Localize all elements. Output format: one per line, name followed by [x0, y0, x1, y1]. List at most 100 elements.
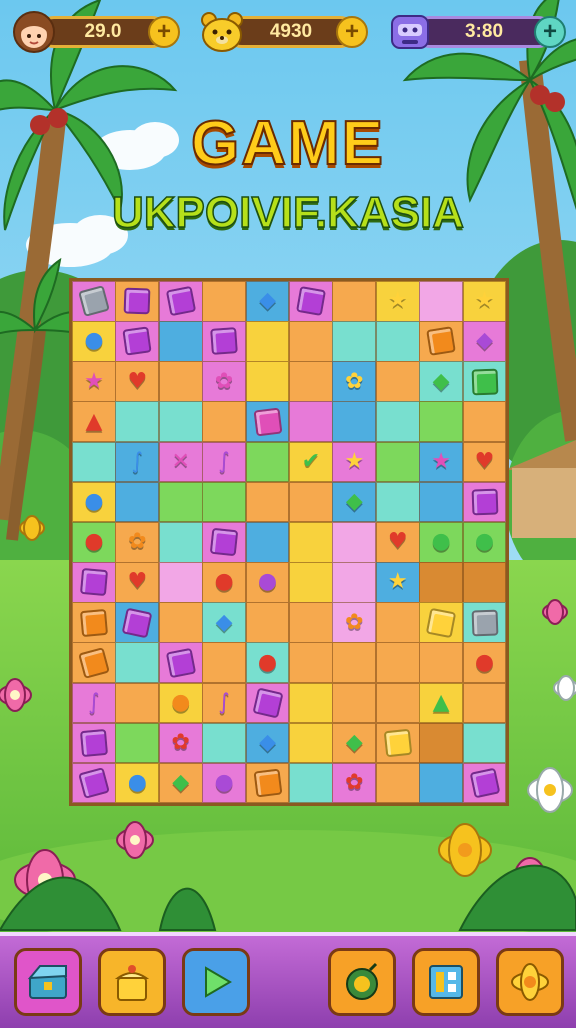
- board-tile[interactable]: [419, 321, 464, 362]
- board-tile[interactable]: [419, 762, 464, 804]
- board-tile[interactable]: [115, 722, 160, 764]
- board-tile[interactable]: ✿: [332, 602, 377, 643]
- board-tile[interactable]: [115, 481, 160, 523]
- board-tile[interactable]: [462, 722, 507, 764]
- board-tile[interactable]: ◆: [419, 361, 464, 402]
- board-tile[interactable]: [202, 281, 247, 322]
- board-tile[interactable]: [115, 682, 160, 724]
- board-tile[interactable]: ●: [462, 521, 507, 563]
- board-tile[interactable]: [375, 481, 420, 523]
- board-tile[interactable]: ◆: [202, 602, 247, 643]
- board-tile[interactable]: ●: [158, 682, 203, 724]
- board-tile[interactable]: [462, 361, 507, 402]
- board-tile[interactable]: [202, 481, 247, 523]
- board-tile[interactable]: [245, 602, 290, 643]
- board-tile[interactable]: [289, 401, 333, 443]
- board-tile[interactable]: ♥: [375, 521, 420, 563]
- board-tile[interactable]: ●: [202, 762, 247, 804]
- bomb-button[interactable]: [328, 948, 396, 1016]
- board-tile[interactable]: [245, 441, 290, 483]
- board-tile[interactable]: [289, 321, 333, 362]
- board-tile[interactable]: [202, 321, 247, 362]
- board-tile[interactable]: [158, 281, 203, 322]
- board-tile[interactable]: [289, 642, 333, 684]
- play-button[interactable]: [182, 948, 250, 1016]
- board-tile[interactable]: [419, 281, 464, 322]
- board-tile[interactable]: ★: [462, 281, 507, 322]
- board-tile[interactable]: [72, 602, 116, 643]
- board-tile[interactable]: ★: [375, 281, 420, 322]
- board-tile[interactable]: [375, 762, 420, 804]
- board-tile[interactable]: [158, 361, 203, 402]
- settings-button[interactable]: [496, 948, 564, 1016]
- add-player-button[interactable]: +: [148, 16, 180, 48]
- board-tile[interactable]: [375, 642, 420, 684]
- board-tile[interactable]: ★: [72, 361, 116, 402]
- board-tile[interactable]: [419, 401, 464, 443]
- board-tile[interactable]: [419, 642, 464, 684]
- board-tile[interactable]: ●: [245, 562, 290, 603]
- board-tile[interactable]: [245, 682, 290, 724]
- board-tile[interactable]: [332, 562, 377, 603]
- board-tile[interactable]: [289, 562, 333, 603]
- board-tile[interactable]: [245, 321, 290, 362]
- board-tile[interactable]: ●: [419, 521, 464, 563]
- board-tile[interactable]: ▲: [419, 682, 464, 724]
- inventory-button[interactable]: [14, 948, 82, 1016]
- board-tile[interactable]: ◆: [158, 762, 203, 804]
- board-tile[interactable]: ∫: [115, 441, 160, 483]
- board-tile[interactable]: ✿: [202, 361, 247, 402]
- board-tile[interactable]: ◆: [332, 722, 377, 764]
- board-tile[interactable]: [115, 321, 160, 362]
- add-gems-button[interactable]: +: [534, 16, 566, 48]
- board-tile[interactable]: [289, 762, 333, 804]
- board-tile[interactable]: [419, 722, 464, 764]
- board-tile[interactable]: [332, 682, 377, 724]
- board-tile[interactable]: [289, 521, 333, 563]
- board-tile[interactable]: ∫: [202, 682, 247, 724]
- board-tile[interactable]: [158, 321, 203, 362]
- board-tile[interactable]: ●: [245, 642, 290, 684]
- board-tile[interactable]: [375, 602, 420, 643]
- board-tile[interactable]: [375, 441, 420, 483]
- board-tile[interactable]: [289, 281, 333, 322]
- board-tile[interactable]: ✕: [158, 441, 203, 483]
- board-tile[interactable]: ●: [462, 642, 507, 684]
- board-tile[interactable]: [202, 401, 247, 443]
- board-tile[interactable]: [72, 642, 116, 684]
- board-tile[interactable]: [375, 722, 420, 764]
- board-tile[interactable]: ✿: [332, 762, 377, 804]
- board-tile[interactable]: ●: [115, 762, 160, 804]
- board-tile[interactable]: ▲: [72, 401, 116, 443]
- shop-button[interactable]: [98, 948, 166, 1016]
- board-tile[interactable]: [462, 762, 507, 804]
- board-tile[interactable]: [462, 602, 507, 643]
- board-tile[interactable]: [158, 642, 203, 684]
- board-tile[interactable]: ●: [72, 321, 116, 362]
- board-tile[interactable]: ●: [202, 562, 247, 603]
- board-tile[interactable]: [462, 481, 507, 523]
- board-tile[interactable]: ★: [375, 562, 420, 603]
- board-tile[interactable]: [375, 401, 420, 443]
- board-tile[interactable]: [158, 521, 203, 563]
- board-tile[interactable]: [332, 281, 377, 322]
- board-tile[interactable]: [419, 602, 464, 643]
- board-tile[interactable]: [115, 281, 160, 322]
- board-tile[interactable]: [72, 562, 116, 603]
- board-tile[interactable]: ★: [419, 441, 464, 483]
- board-tile[interactable]: ✔: [289, 441, 333, 483]
- board-tile[interactable]: [419, 562, 464, 603]
- board-tile[interactable]: [202, 722, 247, 764]
- board-tile[interactable]: [462, 682, 507, 724]
- board-tile[interactable]: [202, 642, 247, 684]
- board-tile[interactable]: [289, 682, 333, 724]
- board-tile[interactable]: [115, 602, 160, 643]
- board-tile[interactable]: [202, 521, 247, 563]
- board-tile[interactable]: [72, 762, 116, 804]
- board-tile[interactable]: ◆: [245, 722, 290, 764]
- board-tile[interactable]: [332, 401, 377, 443]
- board-tile[interactable]: [289, 361, 333, 402]
- board-tile[interactable]: [245, 762, 290, 804]
- board-tile[interactable]: ✿: [332, 361, 377, 402]
- board-tile[interactable]: [289, 722, 333, 764]
